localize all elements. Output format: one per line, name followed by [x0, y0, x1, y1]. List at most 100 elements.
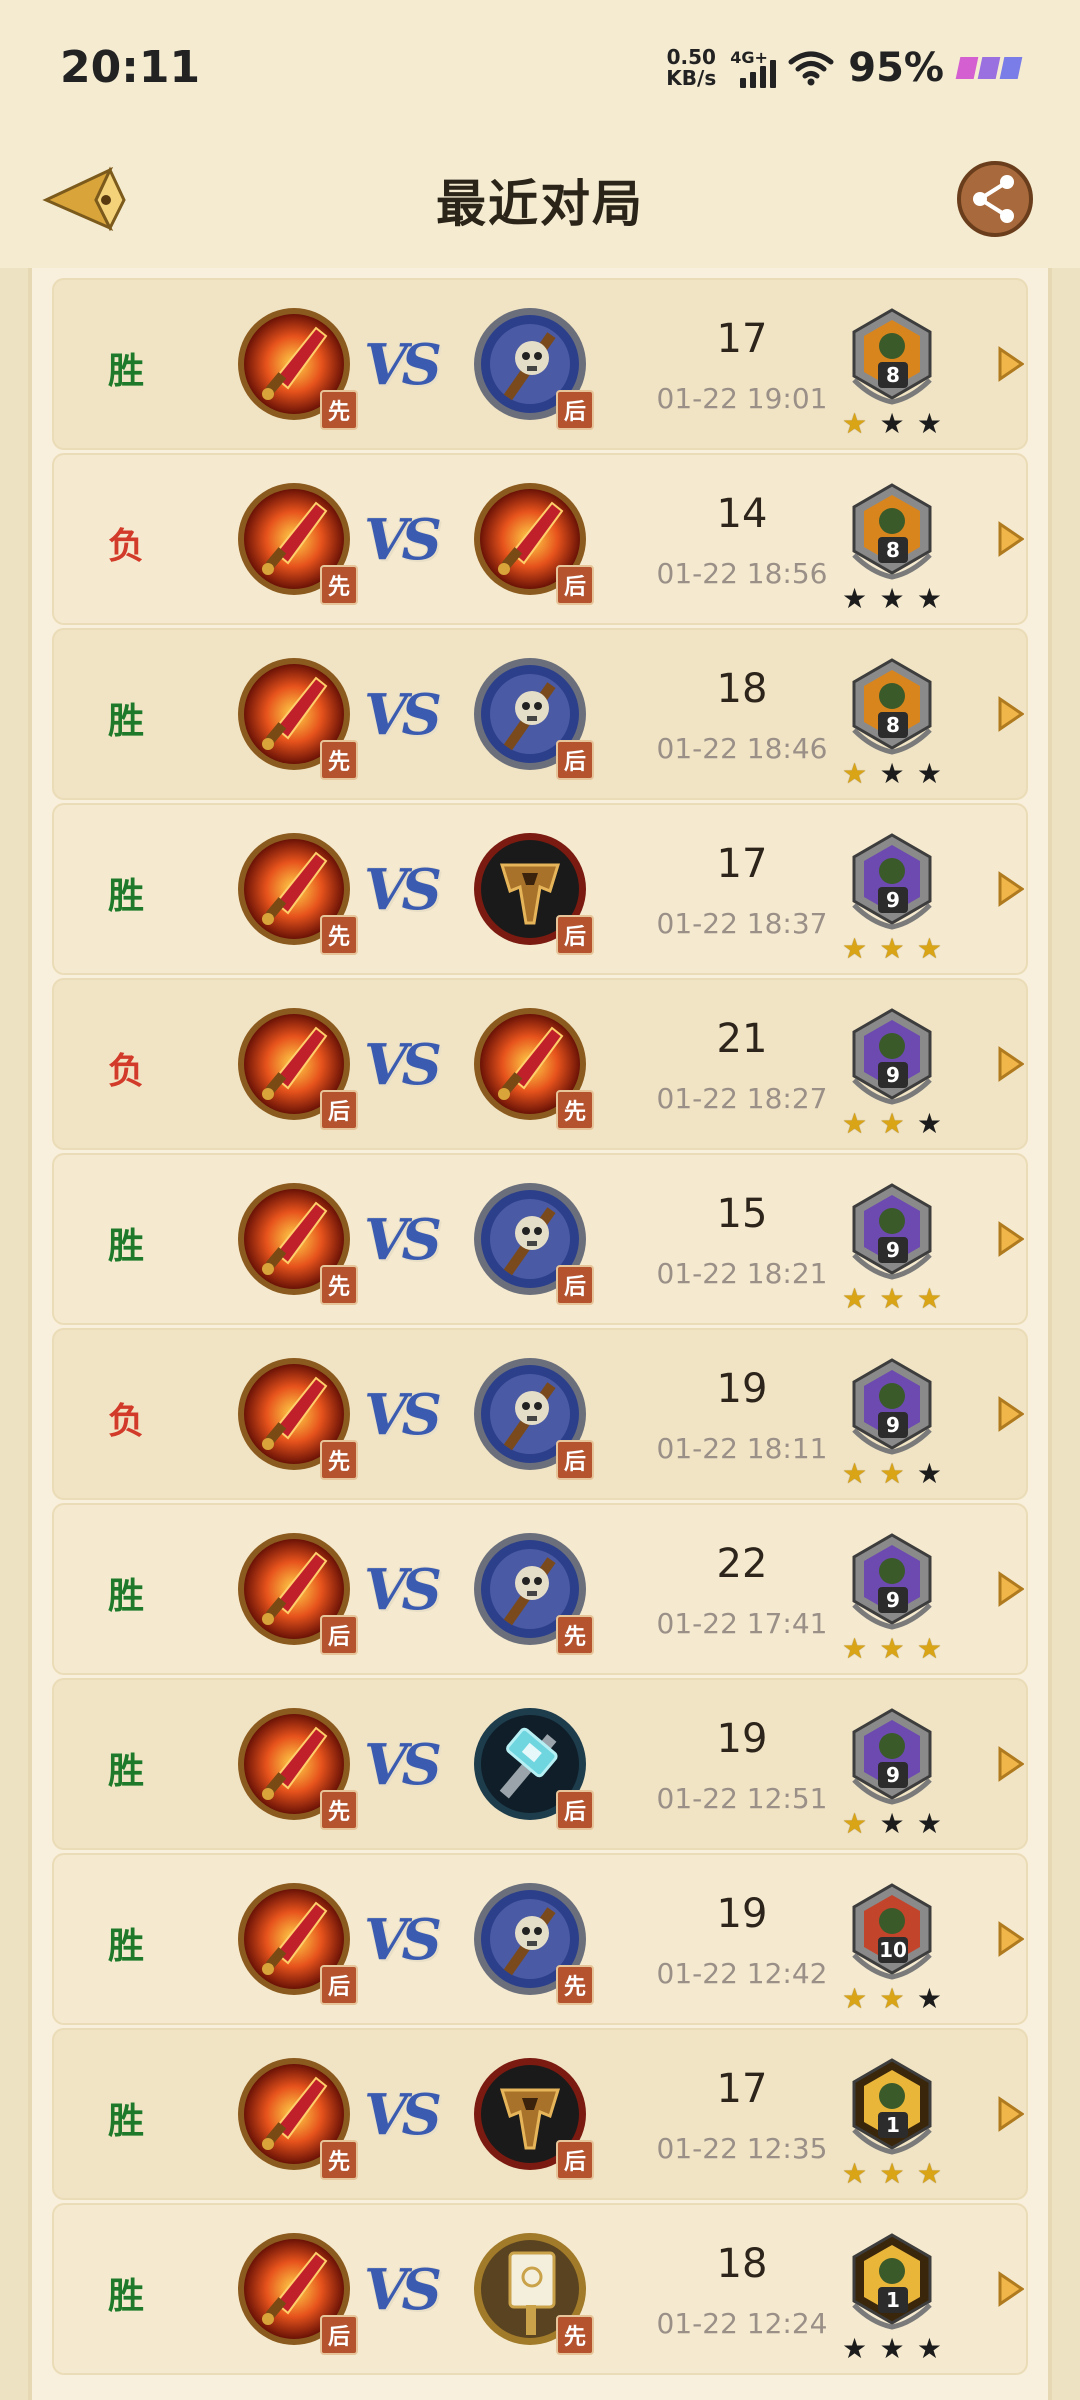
dark-star-icon: ★ — [916, 407, 942, 440]
match-row[interactable]: 负 先 VS 后 14 01-22 18:56 8 ★ ★ ★ — [52, 453, 1028, 625]
play-arrow-icon[interactable] — [996, 1746, 1024, 1782]
rank-stars: ★ ★ ★ — [842, 760, 942, 788]
my-hero-portrait: 先 — [236, 831, 358, 955]
gold-star-icon: ★ — [879, 1982, 905, 2015]
match-row[interactable]: 胜 先 VS 后 19 01-22 12:51 9 ★ ★ ★ — [52, 1678, 1028, 1850]
match-result: 负 — [108, 1401, 145, 1442]
gold-star-icon: ★ — [879, 1457, 905, 1490]
dark-star-icon: ★ — [842, 582, 868, 615]
vs-icon: VS — [364, 1032, 442, 1098]
vs-icon: VS — [364, 1207, 442, 1273]
match-turns: 17 — [716, 316, 768, 362]
my-turn-order-badge: 后 — [320, 1615, 358, 1655]
play-arrow-icon[interactable] — [996, 346, 1024, 382]
gold-star-icon: ★ — [842, 2157, 868, 2190]
opponent-turn-order-badge: 后 — [556, 1790, 594, 1830]
match-turns: 14 — [716, 491, 768, 537]
dark-star-icon: ★ — [879, 757, 905, 790]
play-arrow-icon[interactable] — [996, 1921, 1024, 1957]
match-row[interactable]: 负 先 VS 后 19 01-22 18:11 9 ★ ★ ★ — [52, 1328, 1028, 1500]
match-turns: 18 — [716, 666, 768, 712]
match-result: 胜 — [108, 701, 145, 742]
play-arrow-icon[interactable] — [996, 871, 1024, 907]
rank-badge-icon: 8 ★ ★ ★ — [842, 481, 952, 621]
gold-star-icon: ★ — [842, 1107, 868, 1140]
rank-number: 9 — [878, 887, 908, 913]
gold-star-icon: ★ — [916, 1282, 942, 1315]
opponent-hero-portrait: 后 — [472, 2056, 594, 2180]
rank-badge-icon: 9 ★ ★ ★ — [842, 1706, 952, 1846]
rank-number: 1 — [878, 2287, 908, 2313]
play-arrow-icon[interactable] — [996, 1571, 1024, 1607]
match-result: 负 — [108, 1051, 145, 1092]
rank-stars: ★ ★ ★ — [842, 1985, 942, 2013]
play-arrow-icon[interactable] — [996, 521, 1024, 557]
play-arrow-icon[interactable] — [996, 2271, 1024, 2307]
app-header: 最近对局 — [0, 130, 1080, 268]
match-row[interactable]: 负 后 VS 先 21 01-22 18:27 9 ★ ★ ★ — [52, 978, 1028, 1150]
rank-badge-icon: 10 ★ ★ ★ — [842, 1881, 952, 2021]
dark-star-icon: ★ — [916, 1107, 942, 1140]
rank-stars: ★ ★ ★ — [842, 1285, 942, 1313]
match-turns: 22 — [716, 1541, 768, 1587]
play-arrow-icon[interactable] — [996, 696, 1024, 732]
play-arrow-icon[interactable] — [996, 2096, 1024, 2132]
match-row[interactable]: 胜 先 VS 后 17 01-22 19:01 8 ★ ★ ★ — [52, 278, 1028, 450]
vs-icon: VS — [364, 682, 442, 748]
match-time: 01-22 12:24 — [656, 2307, 828, 2340]
gold-star-icon: ★ — [916, 2157, 942, 2190]
match-time: 01-22 12:42 — [656, 1957, 828, 1990]
match-time: 01-22 12:51 — [656, 1782, 828, 1815]
my-hero-portrait: 先 — [236, 2056, 358, 2180]
my-hero-portrait: 后 — [236, 1881, 358, 2005]
match-row[interactable]: 胜 先 VS 后 17 01-22 12:35 1 ★ ★ ★ — [52, 2028, 1028, 2200]
my-hero-portrait: 后 — [236, 1531, 358, 1655]
gold-star-icon: ★ — [879, 1632, 905, 1665]
opponent-turn-order-badge: 先 — [556, 2315, 594, 2355]
rank-number: 9 — [878, 1762, 908, 1788]
opponent-hero-portrait: 后 — [472, 1181, 594, 1305]
network-speed-value: 0.50 — [666, 45, 716, 69]
match-row[interactable]: 胜 先 VS 后 18 01-22 18:46 8 ★ ★ ★ — [52, 628, 1028, 800]
dark-star-icon: ★ — [879, 1807, 905, 1840]
opponent-hero-portrait: 后 — [472, 306, 594, 430]
rank-stars: ★ ★ ★ — [842, 1110, 942, 1138]
match-turns: 19 — [716, 1366, 768, 1412]
page-title: 最近对局 — [436, 175, 644, 233]
vs-icon: VS — [364, 507, 442, 573]
my-turn-order-badge: 先 — [320, 2140, 358, 2180]
match-time: 01-22 18:21 — [656, 1257, 828, 1290]
match-row[interactable]: 胜 先 VS 后 17 01-22 18:37 9 ★ ★ ★ — [52, 803, 1028, 975]
play-arrow-icon[interactable] — [996, 1396, 1024, 1432]
network-speed: 0.50 KB/s — [666, 47, 716, 89]
my-turn-order-badge: 先 — [320, 740, 358, 780]
match-row[interactable]: 胜 先 VS 后 15 01-22 18:21 9 ★ ★ ★ — [52, 1153, 1028, 1325]
opponent-turn-order-badge: 先 — [556, 1615, 594, 1655]
match-result: 胜 — [108, 1226, 145, 1267]
cellular-signal-icon: 4G+ — [730, 48, 777, 88]
play-arrow-icon[interactable] — [996, 1221, 1024, 1257]
network-speed-unit: KB/s — [666, 66, 717, 90]
gold-star-icon: ★ — [842, 407, 868, 440]
match-list: 胜 先 VS 后 17 01-22 19:01 8 ★ ★ ★ 负 先 VS 后… — [28, 268, 1052, 2400]
opponent-turn-order-badge: 后 — [556, 565, 594, 605]
rank-badge-icon: 9 ★ ★ ★ — [842, 831, 952, 971]
match-turns: 19 — [716, 1716, 768, 1762]
match-row[interactable]: 胜 后 VS 先 19 01-22 12:42 10 ★ ★ ★ — [52, 1853, 1028, 2025]
rank-number: 9 — [878, 1237, 908, 1263]
dark-star-icon: ★ — [879, 582, 905, 615]
my-turn-order-badge: 先 — [320, 1440, 358, 1480]
opponent-turn-order-badge: 后 — [556, 1265, 594, 1305]
rank-badge-icon: 8 ★ ★ ★ — [842, 656, 952, 796]
match-result: 胜 — [108, 351, 145, 392]
vs-icon: VS — [364, 857, 442, 923]
my-turn-order-badge: 后 — [320, 2315, 358, 2355]
rank-stars: ★ ★ ★ — [842, 935, 942, 963]
match-row[interactable]: 胜 后 VS 先 18 01-22 12:24 1 ★ ★ ★ — [52, 2203, 1028, 2375]
match-row[interactable]: 胜 后 VS 先 22 01-22 17:41 9 ★ ★ ★ — [52, 1503, 1028, 1675]
share-icon[interactable] — [956, 160, 1034, 238]
rank-badge-icon: 1 ★ ★ ★ — [842, 2056, 952, 2196]
gold-star-icon: ★ — [842, 1632, 868, 1665]
vs-icon: VS — [364, 1557, 442, 1623]
play-arrow-icon[interactable] — [996, 1046, 1024, 1082]
